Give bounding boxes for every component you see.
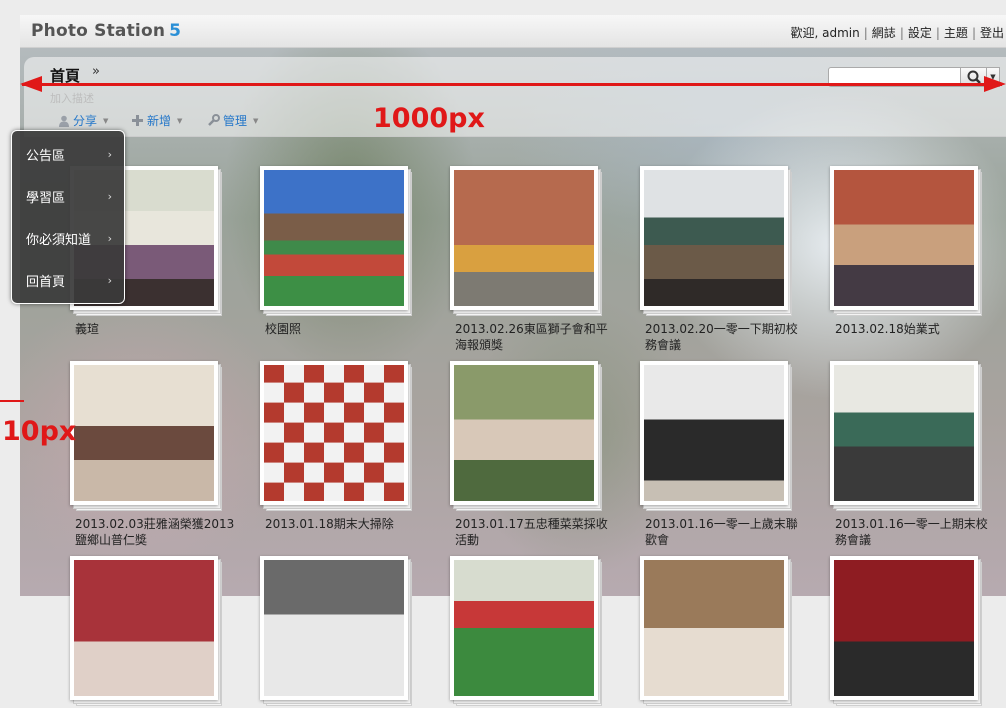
album-thumbnail[interactable]	[260, 166, 412, 318]
album-frame	[640, 556, 788, 700]
album-frame	[260, 556, 408, 700]
menu-item-must-know[interactable]: 你必須知道 ›	[12, 217, 124, 259]
album-title[interactable]: 校園照	[265, 321, 425, 337]
album-title[interactable]: 2013.01.17五忠種菜菜採收活動	[455, 516, 615, 548]
album-cover-image	[834, 365, 974, 501]
album-frame	[450, 361, 598, 505]
arrow-right-icon	[984, 76, 1006, 92]
album-cover-image	[454, 170, 594, 306]
arrow-left-icon	[20, 76, 42, 92]
chevron-right-icon: ›	[107, 147, 112, 161]
menu-item-label: 你必須知道	[26, 232, 92, 248]
album-thumbnail[interactable]	[450, 166, 602, 318]
blog-link[interactable]: 網誌	[872, 26, 896, 40]
album-cover-image	[644, 170, 784, 306]
manage-button[interactable]: 管理 ▼	[207, 112, 258, 129]
album-thumbnail[interactable]	[260, 556, 412, 708]
album-thumbnail[interactable]	[830, 166, 982, 318]
album-title[interactable]: 2013.01.16一零一上歲末聯歡會	[645, 516, 805, 548]
album-frame	[640, 361, 788, 505]
album-cover-image	[74, 560, 214, 696]
album-frame	[450, 166, 598, 310]
breadcrumb-arrow: »	[92, 64, 100, 79]
user-icon	[59, 115, 69, 127]
album-frame	[830, 556, 978, 700]
add-description[interactable]: 加入描述	[50, 90, 94, 106]
margin-annotation-line	[0, 400, 24, 402]
toolbar-divider	[24, 136, 1006, 137]
album-frame	[640, 166, 788, 310]
logo-text: Photo Station	[31, 21, 166, 41]
album-cover-image	[264, 170, 404, 306]
album-title[interactable]: 義瑄	[75, 321, 235, 337]
margin-annotation-label: 10px	[2, 416, 77, 447]
menu-item-label: 公告區	[26, 148, 66, 164]
logout-link[interactable]: 登出	[980, 26, 1004, 40]
add-button[interactable]: 新增 ▼	[131, 112, 182, 129]
chevron-right-icon: ›	[107, 273, 112, 287]
album-frame	[830, 361, 978, 505]
album-menu: 公告區 › 學習區 › 你必須知道 › 回首頁 ›	[11, 130, 125, 304]
album-title[interactable]: 2013.01.16一零一上期末校務會議	[835, 516, 995, 548]
chevron-down-icon: ▼	[253, 116, 259, 125]
chevron-down-icon: ▼	[103, 116, 109, 125]
menu-item-learning[interactable]: 學習區 ›	[12, 175, 124, 217]
album-thumbnail[interactable]	[260, 361, 412, 513]
menu-item-home[interactable]: 回首頁 ›	[12, 259, 124, 301]
album-title[interactable]: 2013.02.26東區獅子會和平海報頒獎	[455, 321, 615, 353]
chevron-right-icon: ›	[107, 231, 112, 245]
width-annotation-line	[22, 83, 1002, 86]
welcome-user-link[interactable]: 歡迎, admin	[791, 26, 860, 40]
album-cover-image	[834, 170, 974, 306]
theme-link[interactable]: 主題	[944, 26, 968, 40]
menu-item-announcements[interactable]: 公告區 ›	[12, 133, 124, 175]
album-frame	[260, 166, 408, 310]
menu-item-label: 回首頁	[26, 274, 66, 290]
album-thumbnail[interactable]	[830, 556, 982, 708]
plus-icon	[132, 115, 143, 126]
album-frame	[830, 166, 978, 310]
album-frame	[70, 361, 218, 505]
album-cover-image	[74, 365, 214, 501]
top-links: 歡迎, admin | 網誌 | 設定 | 主題 | 登出	[790, 26, 1004, 40]
manage-label: 管理	[223, 114, 248, 128]
album-cover-image	[454, 560, 594, 696]
album-cover-image	[264, 560, 404, 696]
app-logo[interactable]: Photo Station 5	[31, 21, 181, 41]
menu-item-label: 學習區	[26, 190, 66, 206]
album-title[interactable]: 2013.02.20一零一下期初校務會議	[645, 321, 805, 353]
album-thumbnail[interactable]	[70, 556, 222, 708]
album-thumbnail[interactable]	[450, 556, 602, 708]
album-title[interactable]: 2013.02.03莊雅涵榮獲2013鹽鄉山普仁獎	[75, 516, 235, 548]
settings-link[interactable]: 設定	[908, 26, 932, 40]
share-button[interactable]: 分享 ▼	[58, 112, 108, 129]
add-label: 新增	[147, 114, 172, 128]
album-title[interactable]: 2013.02.18始業式	[835, 321, 995, 337]
album-thumbnail[interactable]	[640, 166, 792, 318]
chevron-right-icon: ›	[107, 189, 112, 203]
album-thumbnail[interactable]	[70, 361, 222, 513]
album-thumbnail[interactable]	[450, 361, 602, 513]
album-thumbnail[interactable]	[640, 361, 792, 513]
album-thumbnail[interactable]	[830, 361, 982, 513]
width-annotation-label: 1000px	[373, 103, 485, 134]
album-frame	[70, 556, 218, 700]
wrench-icon	[208, 114, 220, 126]
album-cover-image	[644, 560, 784, 696]
album-cover-image	[644, 365, 784, 501]
album-cover-image	[264, 365, 404, 501]
top-bar: Photo Station 5 歡迎, admin | 網誌 | 設定 | 主題 | 登出	[20, 15, 1006, 48]
album-frame	[260, 361, 408, 505]
album-cover-image	[834, 560, 974, 696]
chevron-down-icon: ▼	[177, 116, 183, 125]
album-frame	[450, 556, 598, 700]
album-thumbnail[interactable]	[640, 556, 792, 708]
logo-version: 5	[169, 21, 182, 41]
album-title[interactable]: 2013.01.18期末大掃除	[265, 516, 425, 532]
album-cover-image	[454, 365, 594, 501]
share-label: 分享	[73, 114, 98, 128]
